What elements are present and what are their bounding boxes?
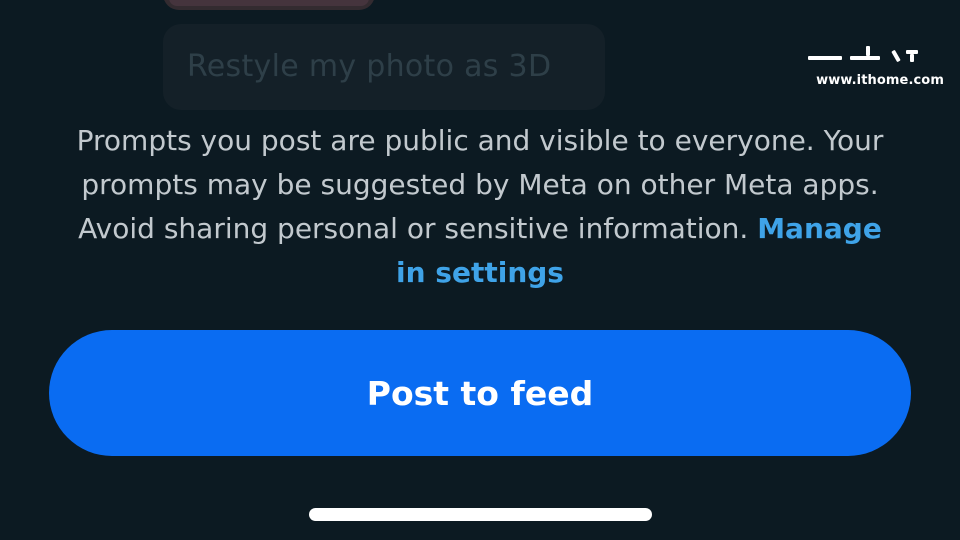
prompt-suggestion-chip[interactable]: Restyle my photo as 3D (163, 24, 605, 110)
watermark: www.ithome.com (804, 36, 944, 96)
watermark-text: www.ithome.com (816, 73, 944, 88)
home-indicator[interactable] (309, 508, 652, 521)
photo-thumbnail[interactable] (163, 0, 375, 10)
post-to-feed-button[interactable]: Post to feed (49, 330, 911, 456)
public-prompts-notice: Prompts you post are public and visible … (60, 119, 900, 295)
post-prompt-screen: Restyle my photo as 3D www.ithome.com Pr… (0, 0, 960, 540)
prompt-suggestion-label: Restyle my photo as 3D (187, 49, 552, 84)
ithome-logo-icon (806, 44, 922, 64)
